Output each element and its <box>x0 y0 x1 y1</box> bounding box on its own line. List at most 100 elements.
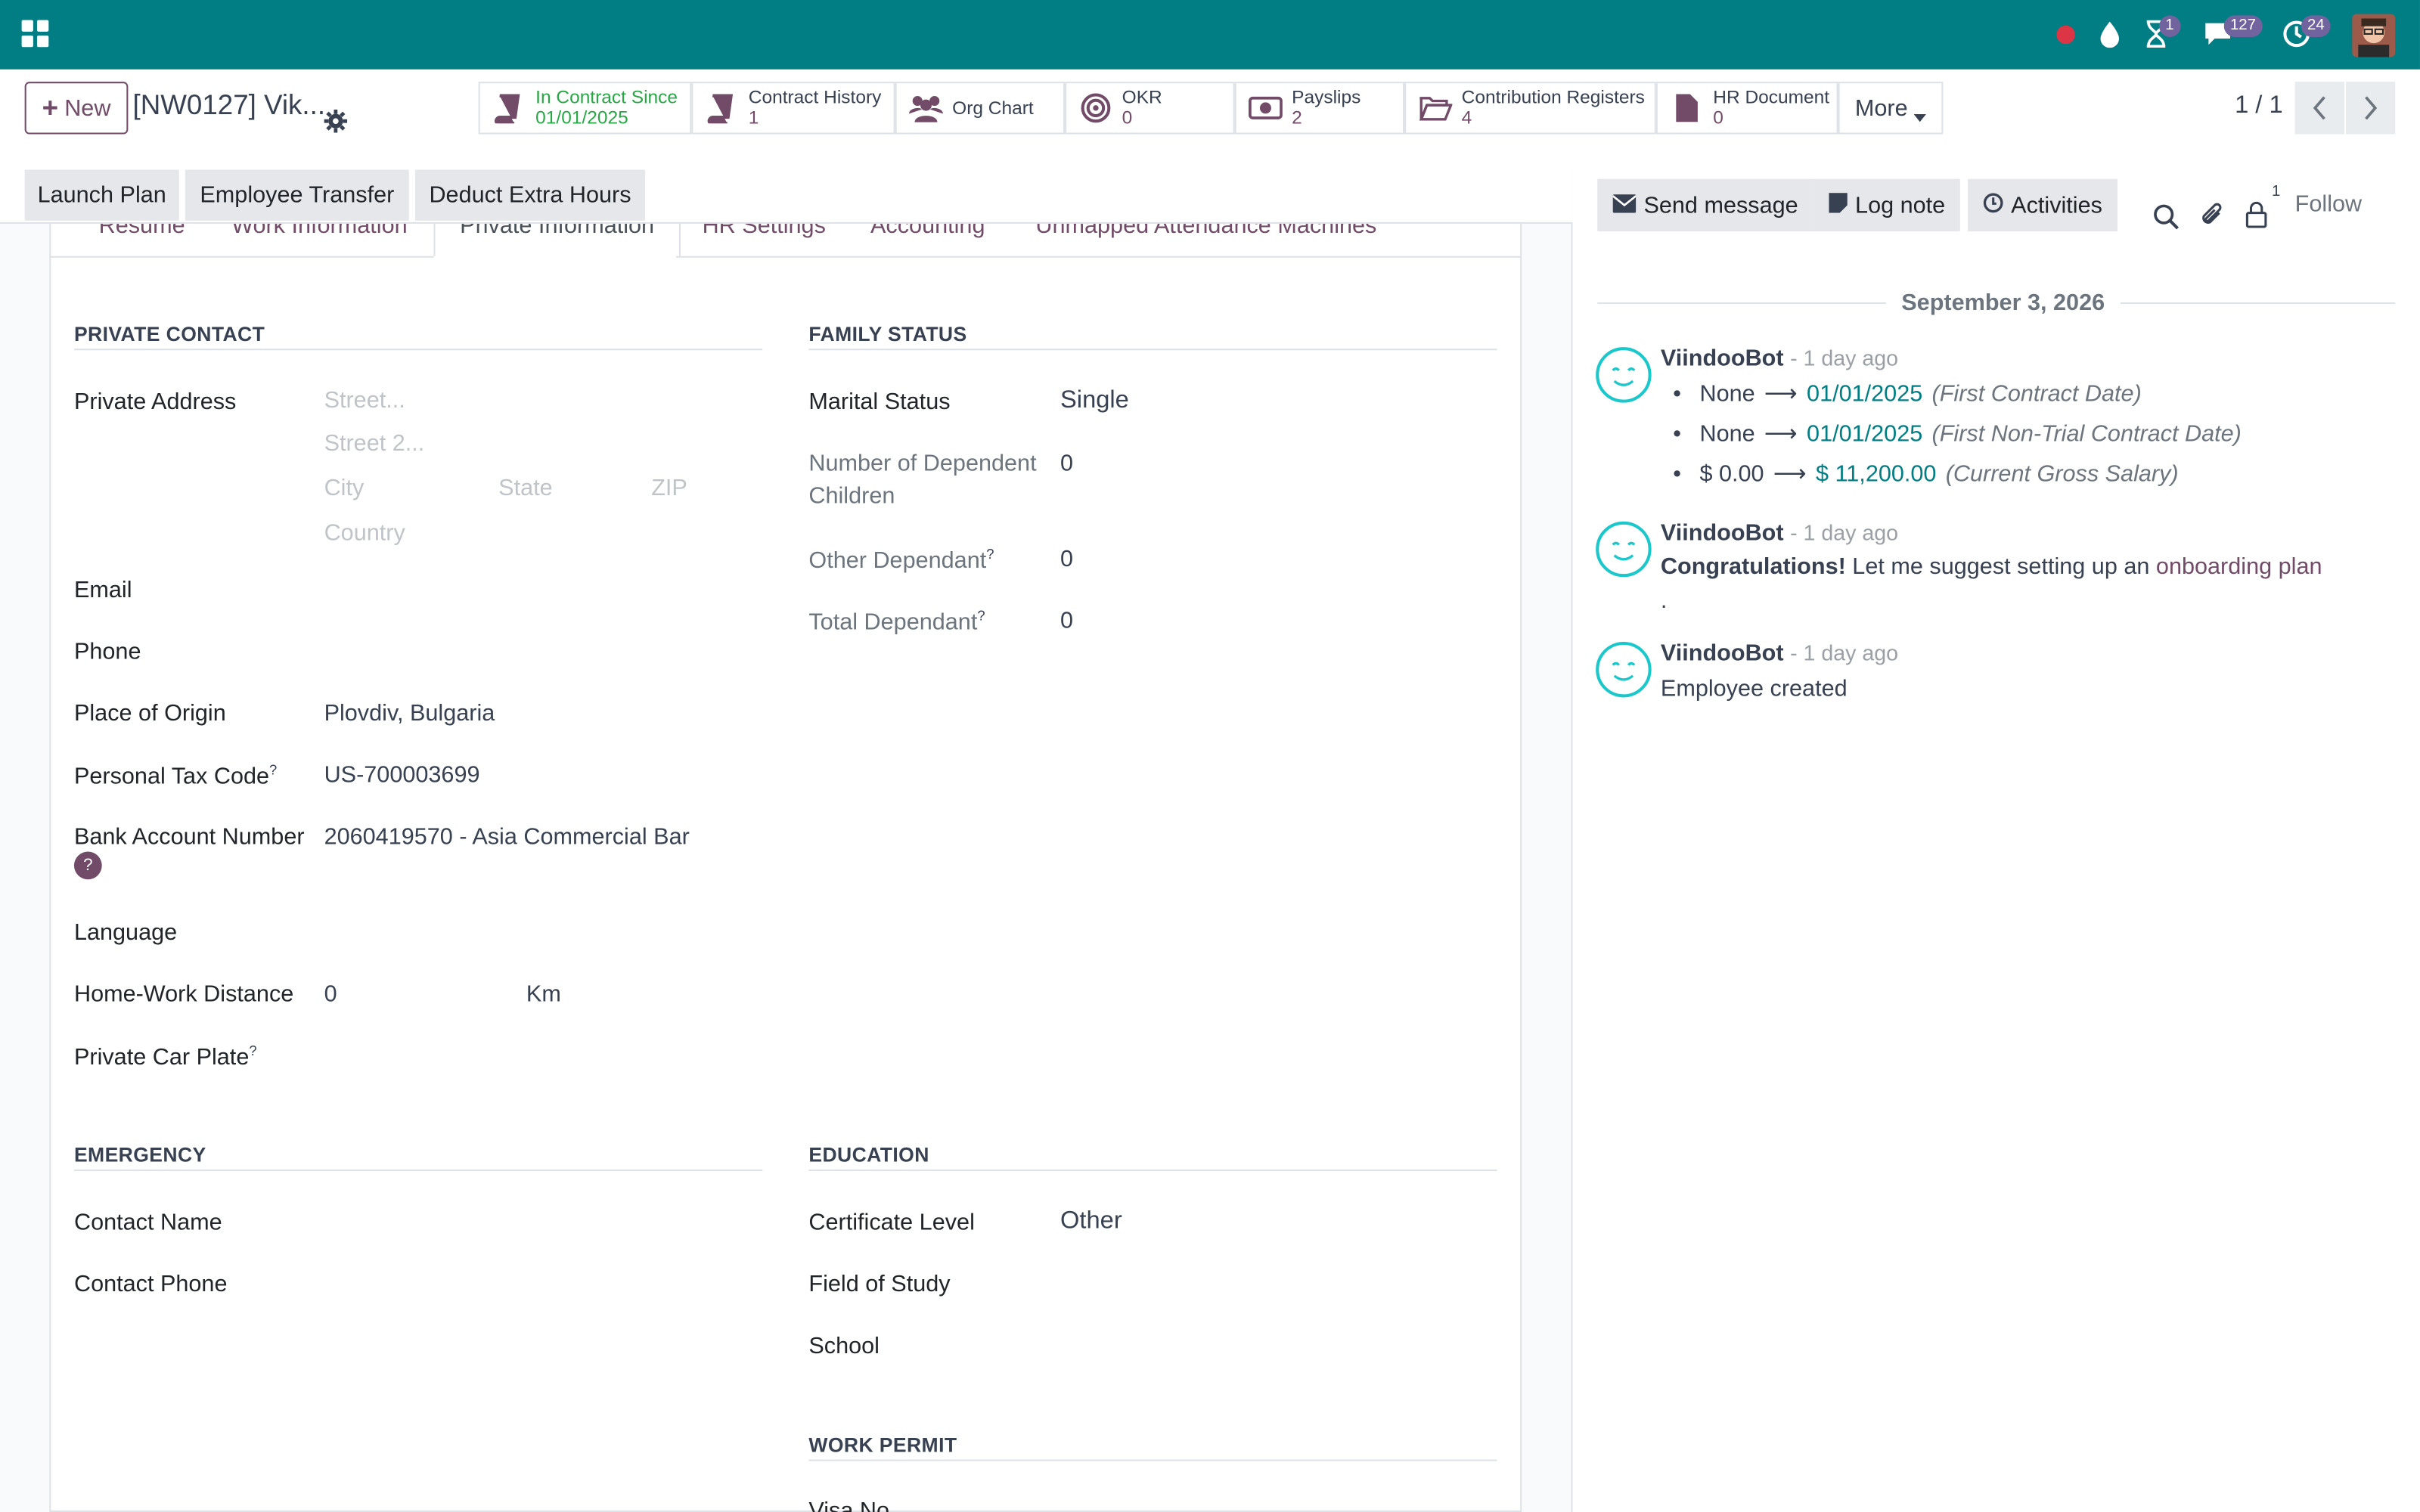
record-title: [NW0127] Vik... <box>132 89 326 121</box>
pager-prev-button[interactable] <box>2294 82 2344 135</box>
section-title: EDUCATION <box>808 1143 929 1167</box>
marital-status-label: Marital Status <box>808 389 951 415</box>
form-card <box>49 223 1522 1512</box>
bank-account-label: Bank Account Number <box>73 823 305 850</box>
place-of-origin-value[interactable]: Plovdiv, Bulgaria <box>324 701 495 727</box>
activity-hourglass-icon[interactable]: 1 <box>2144 15 2180 48</box>
search-icon[interactable] <box>2153 191 2180 242</box>
street2-input[interactable]: Street 2... <box>324 430 425 457</box>
language-label: Language <box>73 919 178 947</box>
message-body-tail: . <box>1660 587 1668 615</box>
arrow-right-icon: ⟶ <box>1773 461 1807 488</box>
smart-button-hr-document[interactable]: HR Document 0 <box>1655 82 1838 135</box>
tracking-change: • None ⟶ 01/01/2025 (First Contract Date) <box>1673 380 2142 407</box>
clock-badge: 24 <box>2301 15 2331 37</box>
personal-tax-code-label: Personal Tax Code? <box>73 762 278 790</box>
followers-count: 1 <box>2272 183 2281 201</box>
total-dependant-value[interactable]: 0 <box>1060 608 1073 634</box>
user-avatar[interactable] <box>2352 14 2396 57</box>
help-question-icon[interactable]: ? <box>73 851 102 880</box>
state-select[interactable]: State <box>498 476 552 502</box>
zip-input[interactable]: ZIP <box>651 476 687 502</box>
dependent-children-value[interactable]: 0 <box>1060 451 1073 477</box>
gear-icon[interactable] <box>324 94 348 144</box>
contact-name-label: Contact Name <box>73 1209 222 1236</box>
bot-avatar <box>1596 521 1652 578</box>
messages-icon[interactable]: 127 <box>2202 15 2263 48</box>
bot-avatar <box>1596 347 1652 403</box>
bot-avatar <box>1596 641 1652 698</box>
employee-transfer-button[interactable]: Employee Transfer <box>185 169 409 221</box>
school-label: School <box>808 1333 880 1359</box>
distance-unit: Km <box>526 981 561 1008</box>
city-input[interactable]: City <box>324 476 365 502</box>
activity-badge: 1 <box>2159 15 2180 37</box>
section-divider <box>808 1459 1497 1461</box>
smart-button-contract-since[interactable]: In Contract Since 01/01/2025 <box>478 82 692 135</box>
more-dropdown[interactable]: More <box>1838 82 1944 135</box>
other-dependant-value[interactable]: 0 <box>1060 546 1073 572</box>
deduct-extra-hours-button[interactable]: Deduct Extra Hours <box>414 169 646 221</box>
smart-button-payslips[interactable]: Payslips 2 <box>1234 82 1405 135</box>
street-input[interactable]: Street... <box>324 387 405 414</box>
file-icon <box>1670 91 1704 125</box>
book-icon <box>492 91 526 125</box>
message-author: ViindooBot - 1 day ago <box>1660 519 1899 547</box>
tracking-change: • $ 0.00 ⟶ $ 11,200.00 (Current Gross Salary… <box>1673 460 2179 488</box>
section-divider <box>73 349 763 351</box>
email-label: Email <box>73 577 132 603</box>
field-of-study-label: Field of Study <box>808 1271 951 1298</box>
certificate-level-value[interactable]: Other <box>1060 1208 1122 1236</box>
app-menu-icon[interactable] <box>21 20 50 48</box>
launch-plan-button[interactable]: Launch Plan <box>24 169 179 221</box>
bank-account-value[interactable]: 2060419570 - Asia Commercial Bar <box>324 824 695 850</box>
smart-button-org-chart[interactable]: Org Chart <box>895 82 1066 135</box>
dependent-children-label: Number of Dependent <box>808 450 1037 477</box>
date-separator: September 3, 2026 <box>1885 290 2121 317</box>
send-message-button[interactable]: Send message <box>1597 178 1814 232</box>
follower-lock-icon[interactable] <box>2245 190 2267 240</box>
follow-button[interactable]: Follow <box>2295 191 2362 218</box>
tab-underline <box>49 256 434 258</box>
clock-icon[interactable]: 24 <box>2282 15 2331 48</box>
message-body: Congratulations! Let me suggest setting … <box>1660 553 2322 581</box>
contact-phone-label: Contact Phone <box>73 1271 228 1298</box>
smart-button-contract-history[interactable]: Contract History 1 <box>691 82 895 135</box>
private-car-plate-label: Private Car Plate? <box>73 1043 257 1071</box>
caret-down-icon <box>1913 82 1927 133</box>
drop-icon[interactable] <box>2099 20 2121 48</box>
onboarding-plan-link[interactable]: onboarding plan <box>2156 554 2322 581</box>
other-dependant-label: Other Dependant? <box>808 546 994 575</box>
section-title: FAMILY STATUS <box>808 322 967 346</box>
envelope-icon <box>1612 192 1637 218</box>
place-of-origin-label: Place of Origin <box>73 700 226 727</box>
book-icon <box>706 91 740 125</box>
section-divider <box>808 1169 1497 1171</box>
paperclip-icon[interactable] <box>2199 190 2226 240</box>
message-author: ViindooBot - 1 day ago <box>1660 345 1899 372</box>
home-work-distance-value[interactable]: 0 <box>324 981 337 1008</box>
tracking-change: • None ⟶ 01/01/2025 (First Non-Trial Contrac… <box>1673 420 2242 448</box>
activities-button[interactable]: Activities <box>1968 178 2118 232</box>
country-select[interactable]: Country <box>324 520 405 547</box>
section-title: WORK PERMIT <box>808 1433 957 1457</box>
section-title: EMERGENCY <box>73 1143 206 1167</box>
smart-button-okr[interactable]: OKR 0 <box>1065 82 1235 135</box>
personal-tax-code-value[interactable]: US-700003699 <box>324 762 480 789</box>
record-dot-icon[interactable] <box>2055 25 2076 45</box>
marital-status-value[interactable]: Single <box>1060 387 1129 415</box>
visa-no-label: Visa No <box>808 1498 890 1512</box>
message-author: ViindooBot - 1 day ago <box>1660 640 1899 667</box>
smart-button-contribution-registers[interactable]: Contribution Registers 4 <box>1404 82 1656 135</box>
certificate-level-label: Certificate Level <box>808 1209 975 1236</box>
users-icon <box>909 91 943 125</box>
pager-next-button[interactable] <box>2346 82 2396 135</box>
log-note-button[interactable]: Log note <box>1813 178 1961 232</box>
private-address-label: Private Address <box>73 389 237 415</box>
home-work-distance-label: Home-Work Distance <box>73 981 294 1008</box>
clock-icon <box>1983 192 2003 218</box>
new-button[interactable]: + New <box>24 82 129 135</box>
pager-value[interactable]: 1 / 1 <box>2235 92 2283 120</box>
target-icon <box>1079 91 1113 125</box>
phone-label: Phone <box>73 638 141 665</box>
